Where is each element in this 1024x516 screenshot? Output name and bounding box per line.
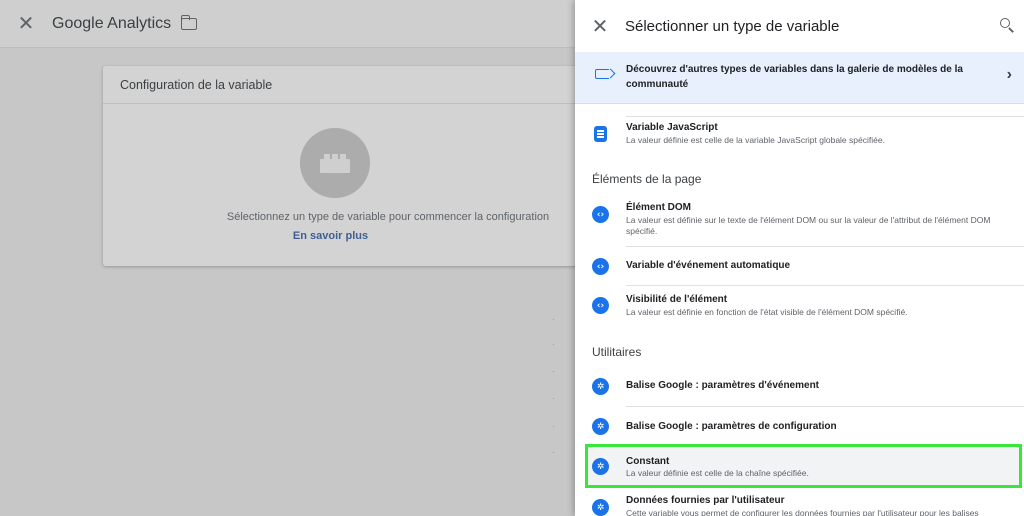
variable-type-panel: ✕ Sélectionner un type de variable Décou… <box>575 0 1024 516</box>
item-description: La valeur est définie sur le texte de l'… <box>626 215 991 236</box>
editor-title: Google Analytics <box>52 14 172 32</box>
list-item-auto-event-variable[interactable]: ‹› Variable d'événement automatique <box>575 247 1024 285</box>
divider-dot <box>553 398 554 399</box>
divider-dot <box>553 371 554 372</box>
divider-dot <box>553 426 554 427</box>
gear-icon: ✲ <box>592 378 609 395</box>
code-icon: ‹› <box>592 206 609 223</box>
list-item-javascript-variable[interactable]: Variable JavaScript La valeur définie es… <box>575 117 1024 157</box>
item-description: La valeur définie est celle de la chaîne… <box>626 468 809 478</box>
item-description: La valeur définie est celle de la variab… <box>626 135 885 145</box>
item-name: Balise Google : paramètres de configurat… <box>626 421 837 432</box>
gear-icon: ✲ <box>592 458 609 475</box>
variable-config-card: Configuration de la variable Sélectionne… <box>103 66 583 266</box>
close-icon[interactable]: ✕ <box>575 0 625 52</box>
gear-icon: ✲ <box>592 499 609 516</box>
panel-header: ✕ Sélectionner un type de variable <box>575 0 1024 52</box>
gear-icon: ✲ <box>592 418 609 435</box>
item-description: La valeur est définie en fonction de l'é… <box>626 307 908 317</box>
list-item-user-provided-data[interactable]: ✲ Données fournies par l'utilisateur Cet… <box>575 490 1024 516</box>
folder-icon[interactable] <box>180 15 198 30</box>
item-name: Élément DOM <box>626 202 692 213</box>
card-title: Configuration de la variable <box>103 66 583 104</box>
block-icon <box>320 154 350 173</box>
close-icon[interactable]: ✕ <box>0 0 52 48</box>
list-item-dom-element[interactable]: ‹› Élément DOM La valeur est définie sur… <box>575 198 1024 244</box>
variable-placeholder-button[interactable] <box>300 128 370 198</box>
divider-dot <box>553 319 554 320</box>
divider-dot <box>553 344 554 345</box>
divider-dot <box>553 452 554 453</box>
item-name: Données fournies par l'utilisateur <box>626 495 785 506</box>
code-icon: ‹› <box>592 297 609 314</box>
document-icon <box>594 126 607 142</box>
section-title-utilities: Utilitaires <box>592 345 642 359</box>
code-icon: ‹› <box>592 258 609 275</box>
panel-title: Sélectionner un type de variable <box>625 17 840 35</box>
item-name: Visibilité de l'élément <box>626 294 728 305</box>
tag-icon <box>595 69 609 79</box>
card-hint: Sélectionnez un type de variable pour co… <box>226 211 550 223</box>
search-icon[interactable] <box>1000 18 1014 33</box>
item-name: Balise Google : paramètres d'événement <box>626 380 820 391</box>
list-item-google-tag-event-settings[interactable]: ✲ Balise Google : paramètres d'événement <box>575 366 1024 406</box>
chevron-right-icon: › <box>1006 66 1012 83</box>
section-title-page-elements: Éléments de la page <box>592 172 702 186</box>
community-gallery-banner[interactable]: Découvrez d'autres types de variables da… <box>575 52 1024 104</box>
list-item-element-visibility[interactable]: ‹› Visibilité de l'élément La valeur est… <box>575 286 1024 326</box>
item-name: Variable JavaScript <box>626 122 718 133</box>
banner-text: Découvrez d'autres types de variables da… <box>626 64 963 90</box>
item-name: Constant <box>626 456 670 467</box>
item-name: Variable d'événement automatique <box>626 260 791 271</box>
list-item-constant[interactable]: ✲ Constant La valeur définie est celle d… <box>575 447 1024 487</box>
item-description: Cette variable vous permet de configurer… <box>626 508 979 516</box>
learn-more-link[interactable]: En savoir plus <box>103 230 583 242</box>
list-item-google-tag-config-settings[interactable]: ✲ Balise Google : paramètres de configur… <box>575 407 1024 445</box>
